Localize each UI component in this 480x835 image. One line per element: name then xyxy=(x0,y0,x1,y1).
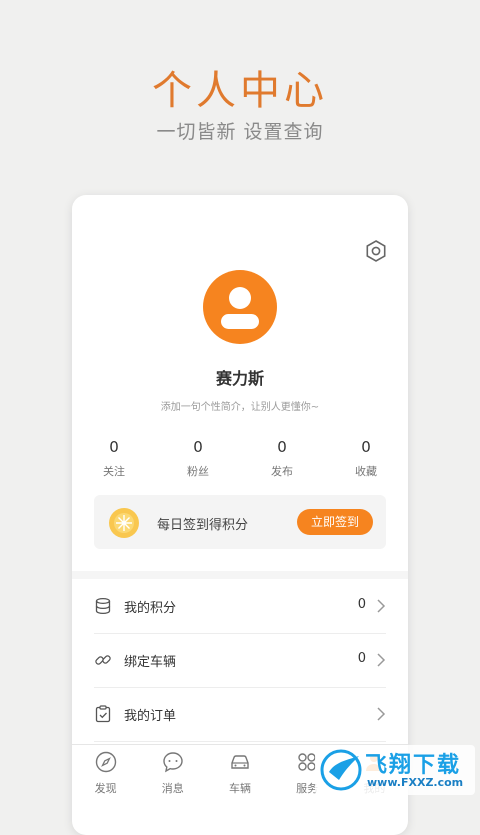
clipboard-icon xyxy=(95,705,111,723)
coins-stack-icon xyxy=(95,597,111,615)
checkin-text: 每日签到得积分 xyxy=(157,518,249,533)
compass-icon xyxy=(95,751,116,773)
menu-label: 绑定车辆 xyxy=(124,655,177,670)
car-icon xyxy=(231,755,249,769)
watermark-overlay: 飞翔下载 www.FXXZ.com xyxy=(315,745,475,795)
chevron-right-icon xyxy=(377,707,386,721)
tab-label: 消息 xyxy=(161,782,184,795)
link-icon xyxy=(95,655,111,665)
stat-favorites[interactable]: 0 收藏 xyxy=(324,438,408,479)
page-headline: 个人中心 xyxy=(152,68,328,114)
tab-label: 车辆 xyxy=(228,782,251,795)
watermark-url: www.FXXZ.com xyxy=(367,776,464,789)
stats-row: 0 关注 0 粉丝 0 发布 0 收藏 xyxy=(72,438,408,479)
menu-label: 我的订单 xyxy=(124,709,177,724)
tab-vehicles[interactable]: 车辆 xyxy=(206,745,273,801)
chevron-right-icon xyxy=(377,653,386,667)
stat-value: 0 xyxy=(109,438,119,456)
menu-value: 0 xyxy=(357,651,366,666)
stat-label: 收藏 xyxy=(355,465,377,478)
section-divider xyxy=(72,571,408,579)
chat-bubble-icon xyxy=(163,752,183,773)
page-subline: 一切皆新 设置查询 xyxy=(156,121,324,143)
menu-item-points[interactable]: 我的积分 0 xyxy=(94,579,386,634)
stat-label: 关注 xyxy=(103,465,125,478)
menu-item-orders[interactable]: 我的订单 xyxy=(94,687,386,742)
tab-discover[interactable]: 发现 xyxy=(72,745,139,801)
bio-text[interactable]: 添加一句个性简介，让别人更懂你~ xyxy=(72,398,408,413)
coin-icon xyxy=(109,508,139,538)
checkin-button[interactable]: 立即签到 xyxy=(297,509,373,535)
menu-value: 0 xyxy=(357,597,366,612)
menu-item-bind-vehicle[interactable]: 绑定车辆 0 xyxy=(94,633,386,688)
gear-icon[interactable] xyxy=(364,239,388,263)
stat-value: 0 xyxy=(361,438,371,456)
user-avatar-icon xyxy=(221,287,259,329)
stat-posts[interactable]: 0 发布 xyxy=(240,438,324,479)
stat-following[interactable]: 0 关注 xyxy=(72,438,156,479)
menu-label: 我的积分 xyxy=(124,601,177,616)
tab-label: 发现 xyxy=(94,782,117,795)
stat-label: 粉丝 xyxy=(187,465,209,478)
stat-value: 0 xyxy=(277,438,287,456)
avatar[interactable] xyxy=(203,270,277,344)
daily-checkin-banner: 每日签到得积分 立即签到 xyxy=(94,495,386,549)
tab-messages[interactable]: 消息 xyxy=(139,745,206,801)
stat-label: 发布 xyxy=(271,465,293,478)
chevron-right-icon xyxy=(377,599,386,613)
watermark-title: 飞翔下载 xyxy=(365,753,462,778)
stat-value: 0 xyxy=(193,438,203,456)
site-logo-icon xyxy=(320,749,362,791)
stat-fans[interactable]: 0 粉丝 xyxy=(156,438,240,479)
profile-card: 赛力斯 添加一句个性简介，让别人更懂你~ 0 关注 0 粉丝 0 发布 0 收藏… xyxy=(72,195,408,835)
username: 赛力斯 xyxy=(215,369,264,388)
